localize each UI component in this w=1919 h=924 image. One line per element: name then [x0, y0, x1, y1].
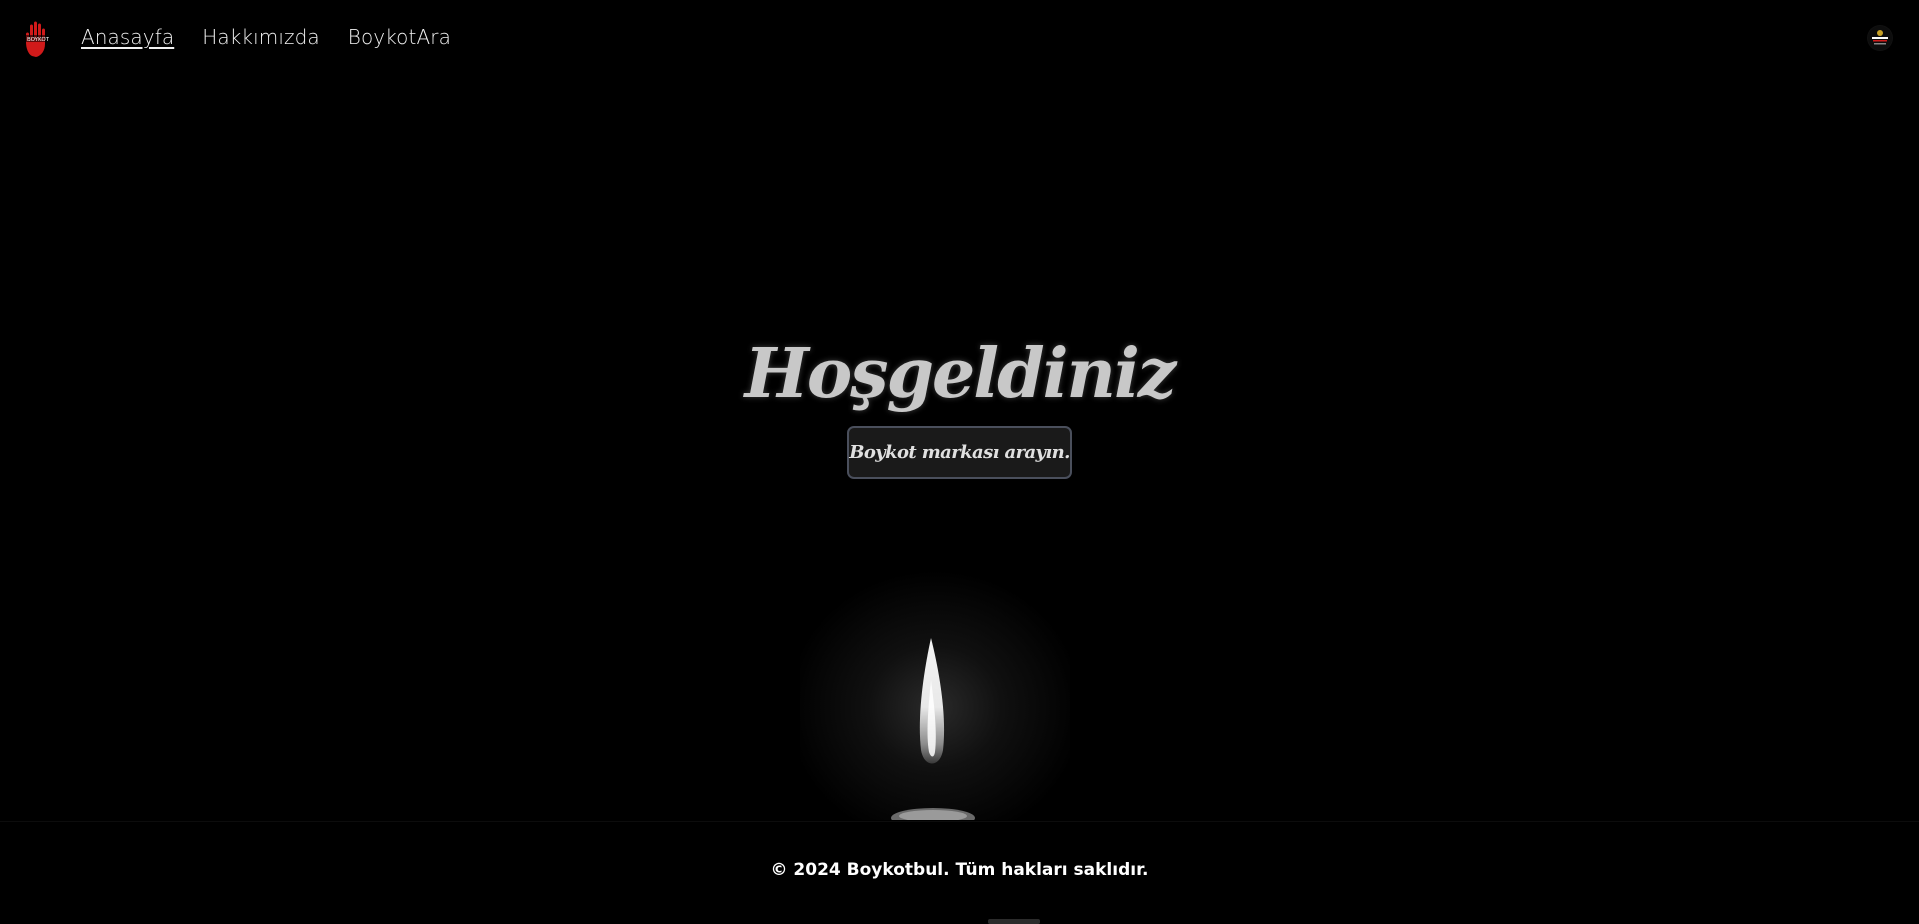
candle-flame-icon: [800, 570, 1070, 828]
scrollbar-thumb[interactable]: [988, 919, 1040, 924]
footer-copyright: © 2024 Boykotbul. Tüm hakları saklıdır.: [770, 860, 1149, 880]
emblem-badge[interactable]: [1867, 25, 1893, 51]
nav-link-hakkimizda[interactable]: Hakkımızda: [202, 24, 320, 50]
brand-logo[interactable]: BOYKOT: [20, 20, 56, 58]
red-hand-boycott-icon: BOYKOT: [20, 21, 56, 57]
hero-title: Hoşgeldiniz: [744, 333, 1177, 414]
footer-divider: [0, 821, 1919, 822]
emblem-badge-icon: [1868, 26, 1892, 50]
nav-link-boykotara[interactable]: BoykotAra: [348, 24, 451, 50]
brand-logo-text: BOYKOT: [27, 37, 50, 43]
navbar: BOYKOT Anasayfa Hakkımızda BoykotAra: [0, 0, 1919, 76]
candle-image: [800, 570, 1070, 828]
main-nav: Anasayfa Hakkımızda BoykotAra: [81, 24, 451, 50]
search-brand-button[interactable]: Boykot markası arayın.: [847, 426, 1072, 479]
nav-link-anasayfa[interactable]: Anasayfa: [81, 24, 174, 50]
